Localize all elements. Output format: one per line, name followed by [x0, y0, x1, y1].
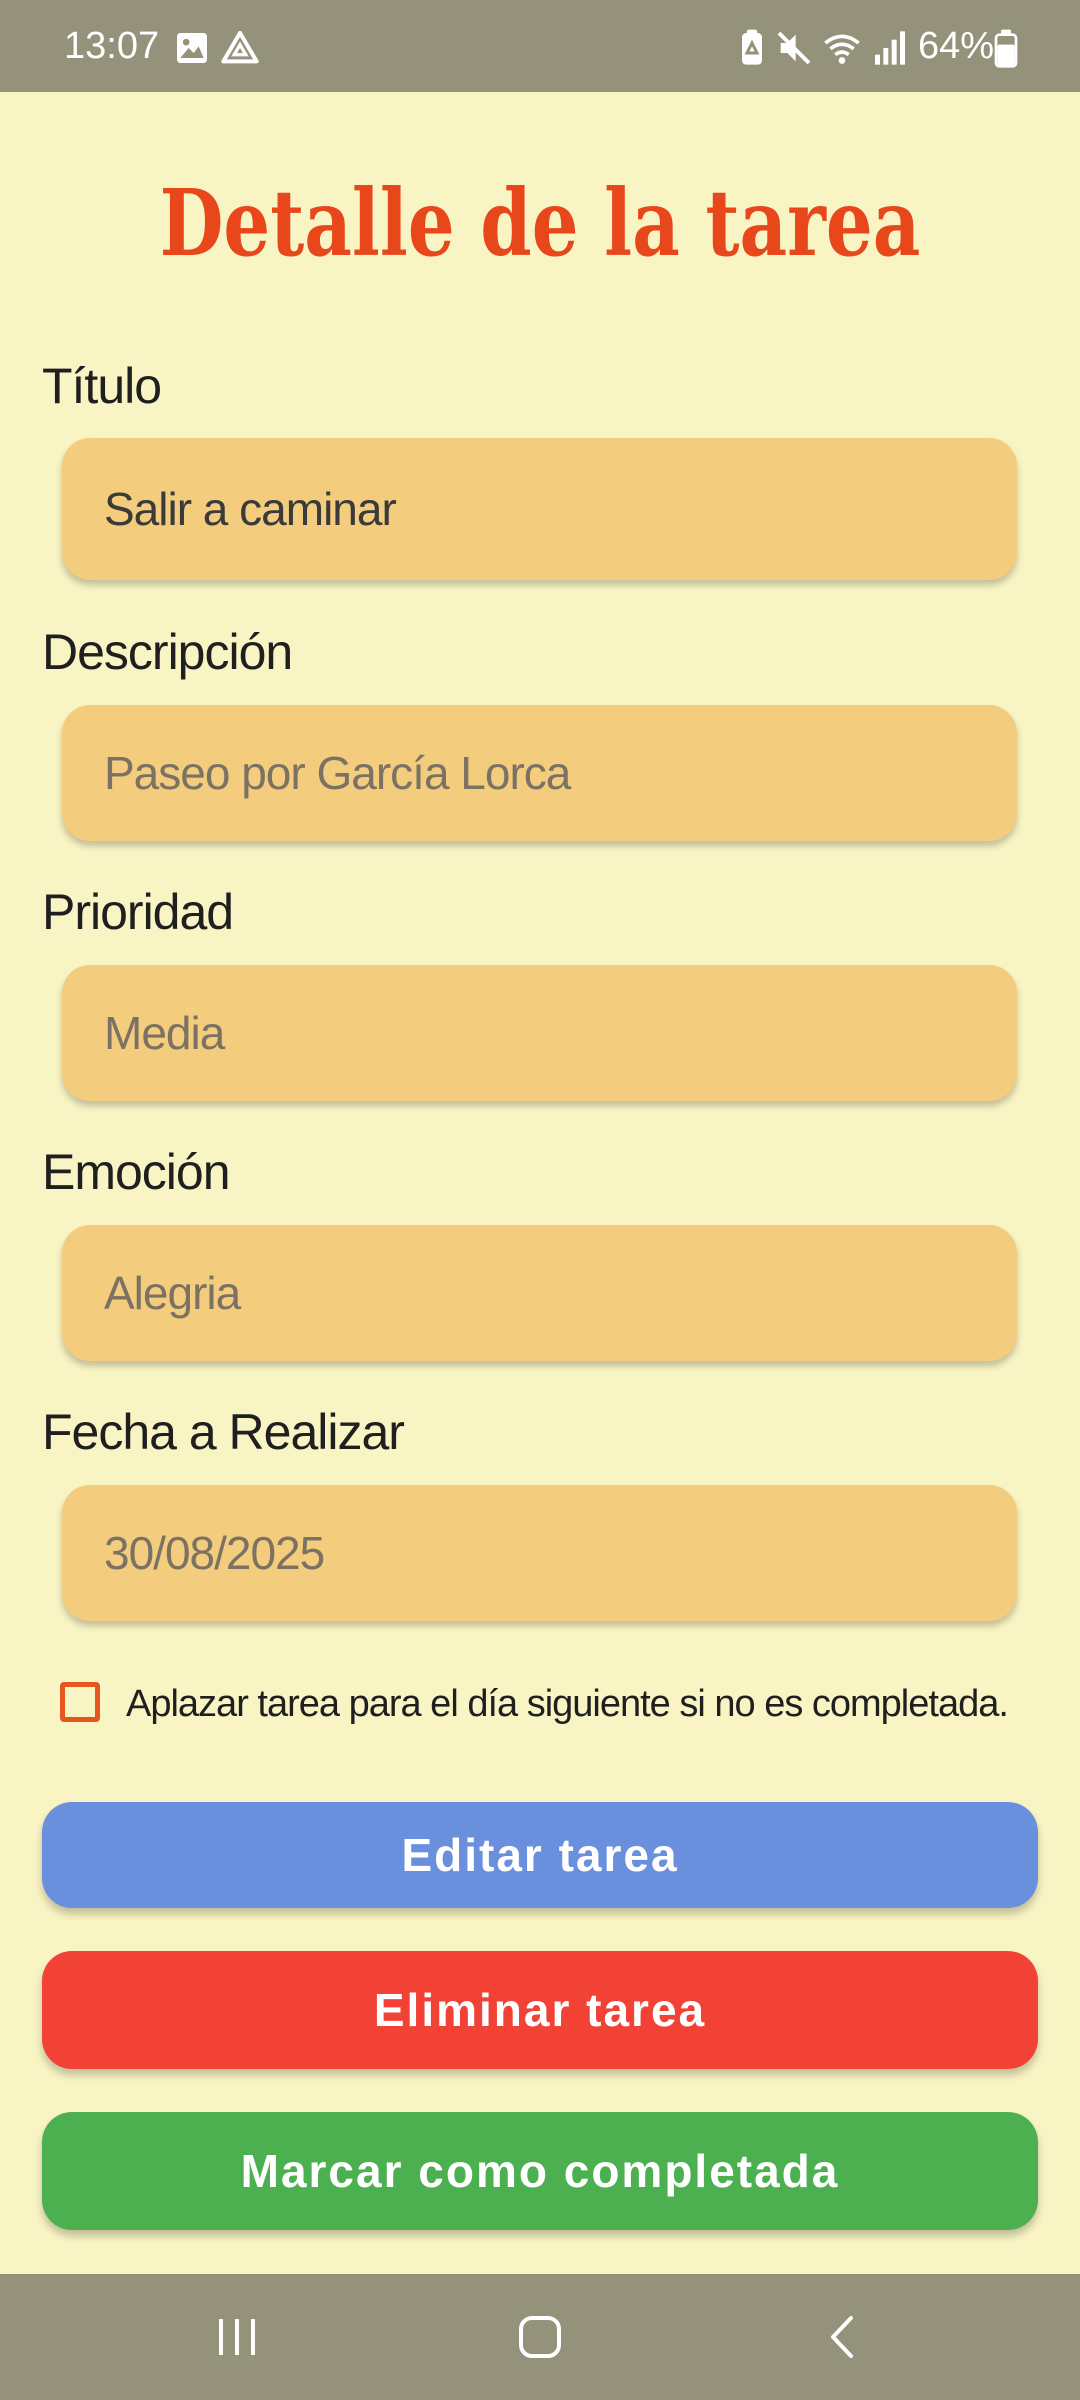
battery-icon [994, 29, 1018, 68]
complete-task-button[interactable]: Marcar como completada [42, 2112, 1038, 2230]
titulo-value: Salir a caminar [104, 483, 397, 535]
titulo-label: Título [42, 358, 162, 414]
status-bar: 13:07 64% [0, 0, 1080, 92]
delete-task-button[interactable]: Eliminar tarea [42, 1951, 1038, 2069]
prioridad-label: Prioridad [42, 884, 234, 940]
battery-saver-icon [742, 29, 762, 65]
postpone-label: Aplazar tarea para el día siguiente si n… [126, 1683, 1009, 1725]
wifi-icon [824, 34, 860, 64]
recent-apps-icon[interactable] [177, 2274, 297, 2400]
home-icon[interactable] [480, 2274, 600, 2400]
signal-icon [875, 31, 905, 65]
drive-icon [221, 31, 259, 64]
fecha-value: 30/08/2025 [104, 1527, 325, 1579]
emocion-label: Emoción [42, 1144, 231, 1200]
postpone-checkbox[interactable] [60, 1682, 100, 1722]
page-title: Detalle de la tarea [159, 169, 921, 277]
fecha-field[interactable]: 30/08/2025 [62, 1485, 1017, 1621]
emocion-field[interactable]: Alegria [62, 1225, 1017, 1361]
battery-percent: 64% [918, 25, 995, 67]
emocion-value: Alegria [104, 1267, 241, 1319]
descripcion-label: Descripción [42, 624, 293, 680]
prioridad-field[interactable]: Media [62, 965, 1017, 1101]
back-icon[interactable] [783, 2274, 903, 2400]
edit-task-button[interactable]: Editar tarea [42, 1802, 1038, 1908]
descripcion-field[interactable]: Paseo por García Lorca [62, 705, 1017, 841]
status-time: 13:07 [64, 25, 160, 67]
mute-icon [777, 31, 811, 65]
image-icon [177, 33, 207, 63]
descripcion-value: Paseo por García Lorca [104, 747, 571, 799]
fecha-label: Fecha a Realizar [42, 1404, 405, 1460]
prioridad-value: Media [104, 1007, 225, 1059]
navigation-bar [0, 2274, 1080, 2400]
titulo-field[interactable]: Salir a caminar [62, 438, 1017, 580]
